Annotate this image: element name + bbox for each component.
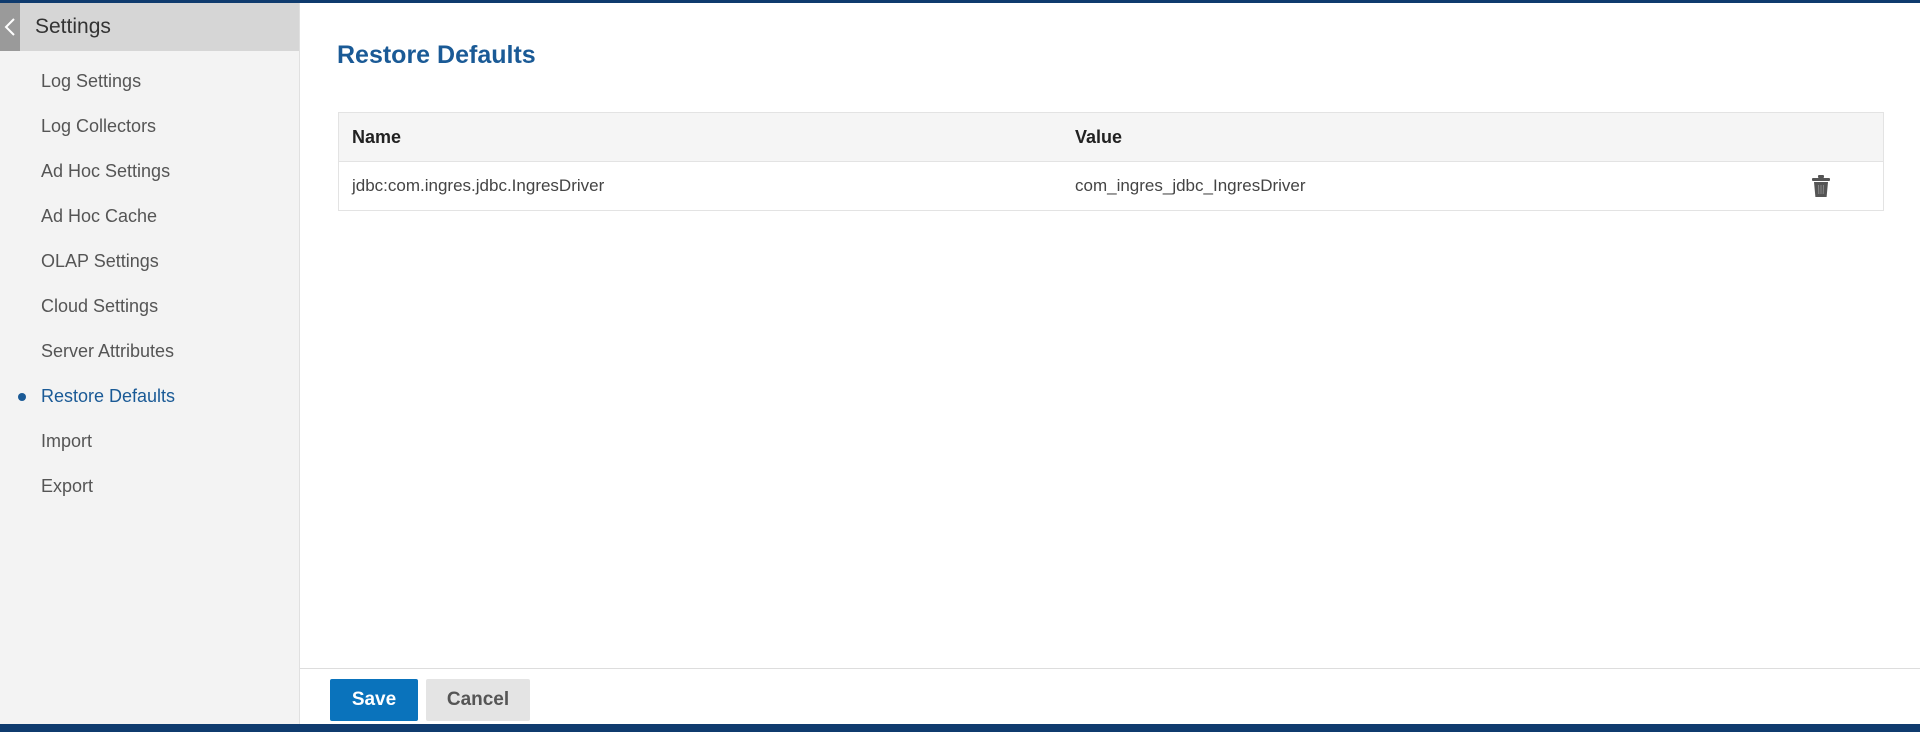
cell-name: jdbc:com.ingres.jdbc.IngresDriver (352, 176, 605, 195)
sidebar-item-cloud-settings[interactable]: Cloud Settings (0, 284, 299, 329)
sidebar-item-export[interactable]: Export (0, 464, 299, 509)
back-button[interactable] (0, 3, 20, 51)
settings-nav: Log Settings Log Collectors Ad Hoc Setti… (0, 59, 299, 509)
sidebar-item-olap-settings[interactable]: OLAP Settings (0, 239, 299, 284)
sidebar-item-server-attributes[interactable]: Server Attributes (0, 329, 299, 374)
sidebar-item-log-settings[interactable]: Log Settings (0, 59, 299, 104)
footer-actions: Save Cancel (300, 668, 1920, 724)
sidebar-item-ad-hoc-settings[interactable]: Ad Hoc Settings (0, 149, 299, 194)
sidebar-item-ad-hoc-cache[interactable]: Ad Hoc Cache (0, 194, 299, 239)
bottom-status-bar (0, 724, 1920, 732)
sidebar: Settings Log Settings Log Collectors Ad … (0, 3, 300, 724)
chevron-left-icon (4, 18, 15, 36)
cancel-button[interactable]: Cancel (426, 679, 530, 721)
defaults-table: Name Value jdbc:com.ingres.jdbc.IngresDr… (338, 112, 1884, 211)
sidebar-title: Settings (35, 15, 111, 38)
main-panel: Restore Defaults Name Value jdbc:com.ing… (300, 3, 1920, 724)
save-button[interactable]: Save (330, 679, 418, 721)
cell-value: com_ingres_jdbc_IngresDriver (1075, 176, 1306, 195)
sidebar-header: Settings (0, 3, 299, 51)
table-row: jdbc:com.ingres.jdbc.IngresDriver com_in… (339, 162, 1883, 210)
column-header-name: Name (352, 126, 402, 147)
sidebar-item-log-collectors[interactable]: Log Collectors (0, 104, 299, 149)
table-header: Name Value (339, 113, 1883, 162)
sidebar-item-import[interactable]: Import (0, 419, 299, 464)
page-title: Restore Defaults (337, 41, 536, 69)
trash-icon[interactable] (1811, 174, 1831, 198)
column-header-value: Value (1075, 126, 1123, 147)
sidebar-item-restore-defaults[interactable]: Restore Defaults (0, 374, 299, 419)
cell-actions (1775, 174, 1883, 198)
